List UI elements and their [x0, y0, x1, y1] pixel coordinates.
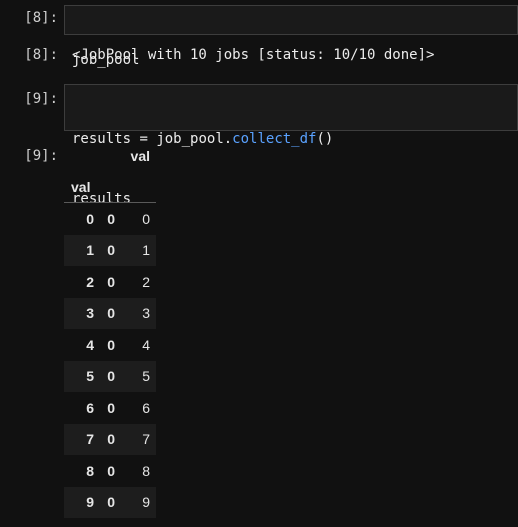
index-level-0: 6 — [86, 399, 94, 416]
output-prompt-8: [8]: — [24, 47, 58, 63]
cell-val: 5 — [115, 360, 156, 392]
code-function: collect_df — [232, 131, 317, 147]
index-level-0: 0 — [86, 210, 94, 227]
index-level-1: 0 — [107, 462, 115, 479]
code-cell-9[interactable]: results = job_pool.collect_df() results — [64, 84, 518, 207]
index-level-0: 8 — [86, 462, 94, 479]
index-level-1: 0 — [94, 423, 115, 455]
output-prompt-9: [9]: — [24, 148, 58, 164]
table-row: 707 — [64, 423, 156, 455]
cell-val: 9 — [115, 486, 156, 518]
table-row: 909 — [64, 486, 156, 518]
index-level-0: 1 — [64, 234, 94, 266]
code-cell-8[interactable]: job_pool — [64, 5, 518, 68]
column-header-row: val — [64, 140, 156, 171]
input-prompt-9: [9]: — [24, 91, 58, 107]
output-text-8: <JobPool with 10 jobs [status: 10/10 don… — [72, 47, 435, 63]
column-header-val: val — [130, 147, 150, 164]
cell-val: 2 — [142, 273, 150, 290]
cell-val: 8 — [142, 462, 150, 479]
table-row: 101 — [64, 234, 156, 266]
dataframe-table: val val 000101202303404505606707808909 — [64, 140, 156, 518]
code-paren: () — [316, 131, 334, 147]
index-level-1: 0 — [94, 297, 115, 329]
index-level-0: 5 — [64, 360, 94, 392]
cell-val: 0 — [142, 210, 150, 227]
index-level-1: 0 — [94, 234, 115, 266]
table-row: 505 — [64, 360, 156, 392]
table-row: 808 — [64, 455, 156, 487]
index-level-1: 0 — [107, 399, 115, 416]
index-level-1: 0 — [107, 210, 115, 227]
table-row: 606 — [64, 392, 156, 424]
table-row: 404 — [64, 329, 156, 361]
code-object: job_pool. — [156, 131, 233, 147]
dataframe-body: 000101202303404505606707808909 — [64, 203, 156, 518]
cell-val: 6 — [142, 399, 150, 416]
cell-val: 3 — [115, 297, 156, 329]
cell-val: 4 — [142, 336, 150, 353]
index-level-0: 2 — [86, 273, 94, 290]
index-level-1: 0 — [94, 360, 115, 392]
table-row: 202 — [64, 266, 156, 298]
cell-val: 7 — [115, 423, 156, 455]
index-header-row: val — [64, 171, 156, 203]
index-level-1: 0 — [94, 486, 115, 518]
index-level-0: 7 — [64, 423, 94, 455]
index-level-0: 3 — [64, 297, 94, 329]
input-prompt-8: [8]: — [24, 10, 58, 26]
index-level-0: 9 — [64, 486, 94, 518]
index-level-0: 4 — [86, 336, 94, 353]
index-name: val — [71, 178, 91, 195]
table-row: 000 — [64, 203, 156, 235]
index-level-1: 0 — [107, 273, 115, 290]
index-level-1: 0 — [107, 336, 115, 353]
table-row: 303 — [64, 297, 156, 329]
cell-val: 1 — [115, 234, 156, 266]
